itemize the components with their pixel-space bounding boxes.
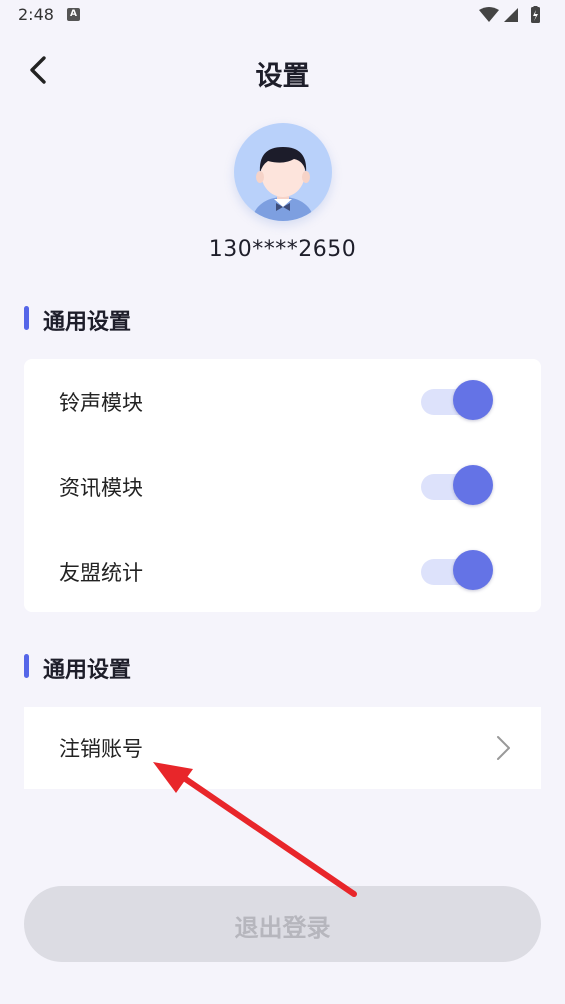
setting-label: 友盟统计 [59, 561, 143, 585]
status-icons [479, 6, 540, 23]
a-notification-icon: A [67, 8, 80, 21]
toggle-knob [453, 550, 493, 590]
setting-row-umeng: 友盟统计 [24, 529, 541, 613]
setting-row-ringtone: 铃声模块 [24, 359, 541, 443]
header: 设置 [0, 40, 565, 100]
setting-row-news: 资讯模块 [24, 444, 541, 528]
page-title: 设置 [255, 61, 310, 92]
wifi-icon [479, 7, 499, 22]
toggle-knob [453, 380, 493, 420]
status-time: 2:48 [18, 5, 54, 24]
settings-card-account: 注销账号 [24, 707, 541, 789]
section-title-text: 通用设置 [43, 658, 132, 683]
section-accent-bar [24, 306, 29, 330]
avatar-boy-icon [253, 147, 313, 221]
signal-icon [504, 8, 518, 22]
avatar[interactable] [234, 123, 332, 221]
section-title-account: 通用设置 [24, 652, 224, 683]
chevron-right-icon [497, 736, 510, 760]
section-accent-bar [24, 654, 29, 678]
deregister-account-row[interactable]: 注销账号 [24, 707, 541, 789]
phone-number: 130****2650 [208, 237, 357, 262]
battery-icon [531, 6, 540, 23]
section-title-text: 通用设置 [43, 310, 132, 335]
setting-label: 资讯模块 [59, 476, 143, 500]
logout-button[interactable]: 退出登录 [24, 886, 541, 962]
toggle-knob [453, 465, 493, 505]
settings-card-general: 铃声模块 资讯模块 友盟统计 [24, 359, 541, 612]
section-title-general: 通用设置 [24, 304, 224, 335]
status-bar: 2:48 A [0, 0, 565, 30]
logout-label: 退出登录 [234, 914, 331, 942]
setting-label: 注销账号 [59, 737, 143, 761]
news-toggle[interactable] [421, 465, 496, 507]
ringtone-toggle[interactable] [421, 380, 496, 422]
setting-label: 铃声模块 [59, 391, 143, 415]
umeng-stats-toggle[interactable] [421, 550, 496, 592]
